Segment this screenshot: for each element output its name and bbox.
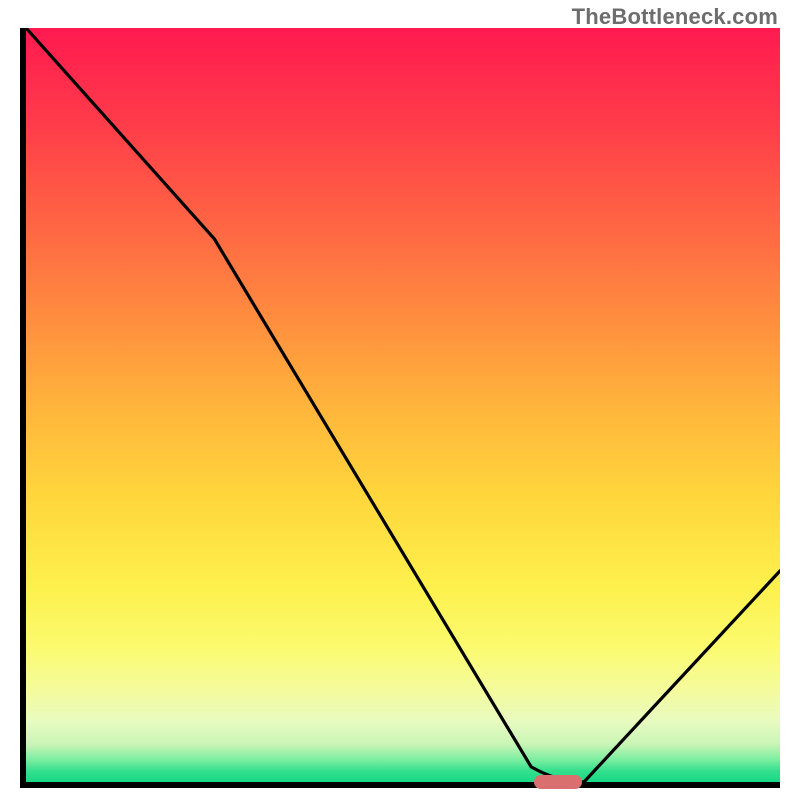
watermark-text: TheBottleneck.com <box>572 4 778 30</box>
gradient-background <box>26 28 780 782</box>
plot-area <box>20 28 780 788</box>
chart-container: TheBottleneck.com <box>0 0 800 800</box>
optimal-marker <box>534 775 582 789</box>
